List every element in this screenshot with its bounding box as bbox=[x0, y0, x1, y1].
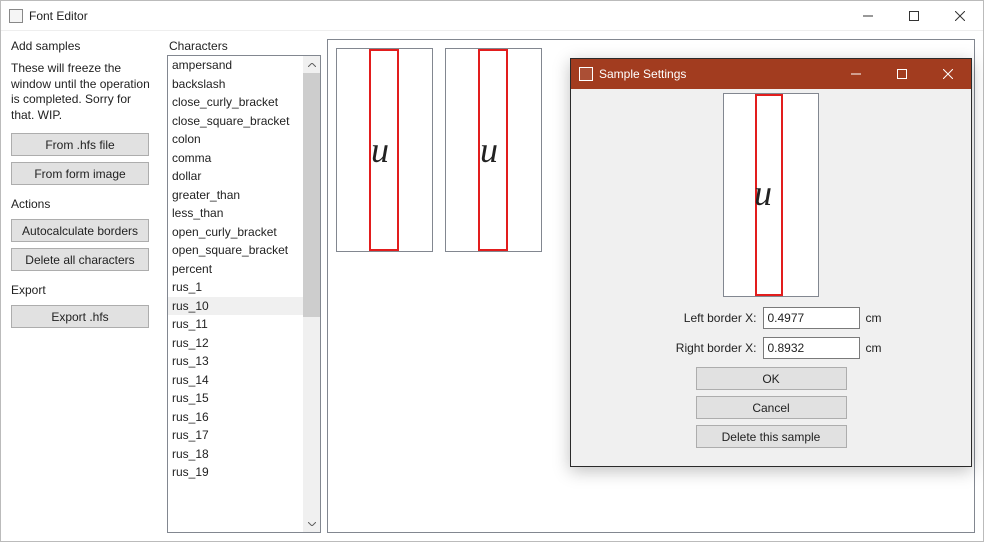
character-item[interactable]: rus_14 bbox=[168, 371, 303, 390]
character-item[interactable]: close_square_bracket bbox=[168, 112, 303, 131]
character-item[interactable]: open_square_bracket bbox=[168, 241, 303, 260]
from-form-image-button[interactable]: From form image bbox=[11, 162, 149, 185]
character-item[interactable]: rus_1 bbox=[168, 278, 303, 297]
character-item[interactable]: greater_than bbox=[168, 186, 303, 205]
modal-titlebar: Sample Settings bbox=[571, 59, 971, 89]
modal-title: Sample Settings bbox=[599, 67, 833, 81]
maximize-button[interactable] bbox=[891, 1, 937, 31]
from-hfs-button[interactable]: From .hfs file bbox=[11, 133, 149, 156]
scroll-down-arrow[interactable] bbox=[303, 515, 320, 532]
right-border-label: Right border X: bbox=[657, 341, 757, 355]
modal-app-icon bbox=[579, 67, 593, 81]
sample-settings-dialog: Sample Settings и Left border X: cm Righ… bbox=[570, 58, 972, 467]
character-item[interactable]: comma bbox=[168, 149, 303, 168]
character-item[interactable]: open_curly_bracket bbox=[168, 223, 303, 242]
preview-glyph: и bbox=[754, 172, 772, 214]
delete-sample-button[interactable]: Delete this sample bbox=[696, 425, 847, 448]
character-item[interactable]: less_than bbox=[168, 204, 303, 223]
character-item[interactable]: rus_11 bbox=[168, 315, 303, 334]
character-item[interactable]: close_curly_bracket bbox=[168, 93, 303, 112]
sample-thumbnail[interactable]: и bbox=[336, 48, 433, 252]
character-item[interactable]: rus_12 bbox=[168, 334, 303, 353]
character-item[interactable]: rus_18 bbox=[168, 445, 303, 464]
main-titlebar: Font Editor bbox=[1, 1, 983, 31]
delete-all-button[interactable]: Delete all characters bbox=[11, 248, 149, 271]
character-item[interactable]: rus_19 bbox=[168, 463, 303, 482]
characters-panel: Characters ampersandbackslashclose_curly… bbox=[163, 31, 327, 541]
app-icon bbox=[9, 9, 23, 23]
character-item[interactable]: backslash bbox=[168, 75, 303, 94]
scrollbar-thumb[interactable] bbox=[303, 73, 320, 317]
ok-button[interactable]: OK bbox=[696, 367, 847, 390]
unit-label: cm bbox=[866, 341, 886, 355]
actions-heading: Actions bbox=[11, 197, 152, 211]
add-samples-desc: These will freeze the window until the o… bbox=[11, 61, 152, 123]
character-item[interactable]: rus_15 bbox=[168, 389, 303, 408]
close-button[interactable] bbox=[937, 1, 983, 31]
autocalc-borders-button[interactable]: Autocalculate borders bbox=[11, 219, 149, 242]
scrollbar[interactable] bbox=[303, 56, 320, 532]
character-item[interactable]: rus_17 bbox=[168, 426, 303, 445]
unit-label: cm bbox=[866, 311, 886, 325]
character-item[interactable]: dollar bbox=[168, 167, 303, 186]
sample-glyph: и bbox=[371, 129, 389, 171]
left-border-label: Left border X: bbox=[657, 311, 757, 325]
sample-glyph: и bbox=[480, 129, 498, 171]
character-item[interactable]: colon bbox=[168, 130, 303, 149]
scroll-up-arrow[interactable] bbox=[303, 56, 320, 73]
left-border-input[interactable] bbox=[763, 307, 860, 329]
character-item[interactable]: rus_13 bbox=[168, 352, 303, 371]
cancel-button[interactable]: Cancel bbox=[696, 396, 847, 419]
character-item[interactable]: rus_16 bbox=[168, 408, 303, 427]
character-item[interactable]: percent bbox=[168, 260, 303, 279]
export-hfs-button[interactable]: Export .hfs bbox=[11, 305, 149, 328]
sidebar: Add samples These will freeze the window… bbox=[1, 31, 163, 541]
modal-preview: и bbox=[723, 93, 819, 297]
character-item[interactable]: ampersand bbox=[168, 56, 303, 75]
sample-thumbnail[interactable]: и bbox=[445, 48, 542, 252]
character-item[interactable]: rus_10 bbox=[168, 297, 303, 316]
export-heading: Export bbox=[11, 283, 152, 297]
minimize-button[interactable] bbox=[845, 1, 891, 31]
window-title: Font Editor bbox=[29, 9, 845, 23]
modal-minimize-button[interactable] bbox=[833, 59, 879, 89]
modal-close-button[interactable] bbox=[925, 59, 971, 89]
add-samples-heading: Add samples bbox=[11, 39, 152, 53]
modal-maximize-button[interactable] bbox=[879, 59, 925, 89]
characters-heading: Characters bbox=[167, 39, 321, 53]
right-border-input[interactable] bbox=[763, 337, 860, 359]
characters-listbox[interactable]: ampersandbackslashclose_curly_bracketclo… bbox=[167, 55, 321, 533]
